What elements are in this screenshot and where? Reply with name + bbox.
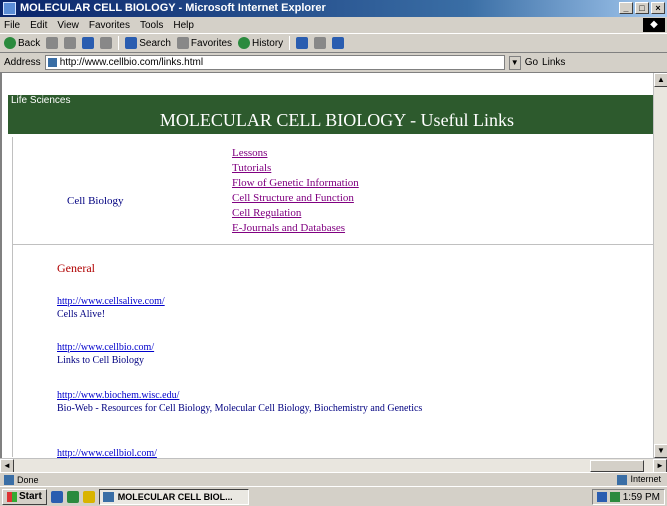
topic-link-genetic-flow[interactable]: Flow of Genetic Information <box>232 177 359 190</box>
globe-icon <box>617 474 628 485</box>
scroll-right-icon[interactable]: ► <box>653 459 667 473</box>
forward-arrow-icon <box>46 37 59 49</box>
ie-window-icon <box>102 491 114 502</box>
menu-tools[interactable]: Tools <box>140 20 163 31</box>
link-entry: http://www.cellbio.com/ Links to Cell Bi… <box>57 341 154 367</box>
refresh-icon <box>82 37 95 49</box>
entry-description: Cells Alive! <box>57 309 106 320</box>
link-entry: http://www.cellsalive.com/ Cells Alive! <box>57 295 165 321</box>
link-entry: http://www.cellbiol.com/ <box>57 447 157 458</box>
scroll-left-icon[interactable]: ◄ <box>0 459 14 473</box>
menu-bar: File Edit View Favorites Tools Help ◆ <box>0 17 667 33</box>
status-bar: Done Internet <box>0 472 667 486</box>
quicklaunch-outlook-icon[interactable] <box>82 490 95 503</box>
back-button[interactable]: Back <box>4 37 40 49</box>
back-arrow-icon <box>4 37 16 49</box>
stop-icon <box>64 37 77 49</box>
edit-button[interactable] <box>332 37 345 49</box>
mail-button[interactable] <box>296 37 309 49</box>
title-divider <box>8 133 666 134</box>
security-zone: Internet <box>617 474 661 485</box>
clock: 1:59 PM <box>622 491 660 503</box>
maximize-icon[interactable]: □ <box>635 2 649 14</box>
windows-flag-icon <box>7 491 17 502</box>
favorites-star-icon <box>176 37 189 49</box>
menu-view[interactable]: View <box>57 20 79 31</box>
window-controls: _ □ × <box>619 2 665 14</box>
refresh-button[interactable] <box>82 37 95 49</box>
address-label: Address <box>4 57 41 68</box>
nav-section-label: Cell Biology <box>67 195 124 207</box>
entry-description: Bio-Web - Resources for Cell Biology, Mo… <box>57 403 423 414</box>
standard-toolbar: Back Search Favorites History <box>0 33 667 53</box>
page-title: MOLECULAR CELL BIOLOGY - Useful Links <box>8 107 666 133</box>
entry-url[interactable]: http://www.cellsalive.com/ <box>57 295 165 308</box>
minimize-icon[interactable]: _ <box>619 2 633 14</box>
entry-url[interactable]: http://www.cellbio.com/ <box>57 341 154 354</box>
quicklaunch-desktop-icon[interactable] <box>66 490 79 503</box>
scroll-down-icon[interactable]: ▼ <box>654 444 667 458</box>
toolbar-separator <box>118 36 120 50</box>
horizontal-scrollbar[interactable]: ◄ ► <box>0 458 667 473</box>
topic-navigation: Cell Biology Lessons Tutorials Flow of G… <box>12 137 662 245</box>
volume-icon[interactable] <box>609 492 620 502</box>
favorites-button[interactable]: Favorites <box>176 37 232 49</box>
menu-favorites[interactable]: Favorites <box>89 20 130 31</box>
network-icon[interactable] <box>596 492 607 502</box>
menu-help[interactable]: Help <box>173 20 194 31</box>
entry-url[interactable]: http://www.biochem.wisc.edu/ <box>57 389 422 402</box>
section-heading: General <box>57 261 95 275</box>
page-icon <box>47 58 57 67</box>
print-button[interactable] <box>314 37 327 49</box>
page-viewport: Life Sciences MOLECULAR CELL BIOLOGY - U… <box>0 73 667 458</box>
search-icon <box>125 37 138 49</box>
address-bar: Address http://www.cellbio.com/links.htm… <box>0 53 667 73</box>
topic-link-cell-structure[interactable]: Cell Structure and Function <box>232 192 359 205</box>
topic-link-cell-regulation[interactable]: Cell Regulation <box>232 207 359 220</box>
menu-edit[interactable]: Edit <box>30 20 47 31</box>
edit-icon <box>332 37 345 49</box>
system-tray: 1:59 PM <box>591 489 665 505</box>
mail-icon <box>296 37 309 49</box>
forward-button[interactable] <box>46 37 59 49</box>
windows-logo-icon: ◆ <box>643 18 665 32</box>
address-dropdown-icon[interactable]: ▼ <box>508 55 521 70</box>
history-button[interactable]: History <box>238 37 283 49</box>
topic-link-lessons[interactable]: Lessons <box>232 147 359 160</box>
start-button[interactable]: Start <box>2 488 47 505</box>
menu-file[interactable]: File <box>4 20 20 31</box>
address-url: http://www.cellbio.com/links.html <box>59 57 204 68</box>
topic-link-tutorials[interactable]: Tutorials <box>232 162 359 175</box>
close-icon[interactable]: × <box>651 2 665 14</box>
history-icon <box>238 37 251 49</box>
toolbar-separator <box>289 36 291 50</box>
home-button[interactable] <box>100 37 113 49</box>
entry-description: Links to Cell Biology <box>57 355 144 366</box>
site-banner: Life Sciences <box>8 95 666 107</box>
search-button[interactable]: Search <box>125 37 171 49</box>
vertical-scrollbar[interactable]: ▲ ▼ <box>653 73 667 458</box>
scroll-up-icon[interactable]: ▲ <box>654 73 667 87</box>
printer-icon <box>314 37 327 49</box>
link-entry: http://www.biochem.wisc.edu/ Bio-Web - R… <box>57 389 422 415</box>
window-title-bar: MOLECULAR CELL BIOLOGY - Microsoft Inter… <box>0 0 667 17</box>
ie-app-icon <box>3 2 16 15</box>
horizontal-scroll-thumb[interactable] <box>590 460 644 472</box>
topic-link-list: Lessons Tutorials Flow of Genetic Inform… <box>232 147 359 235</box>
address-input[interactable]: http://www.cellbio.com/links.html <box>44 55 505 70</box>
quicklaunch-ie-icon[interactable] <box>50 490 63 503</box>
taskbar: Start MOLECULAR CELL BIOL... 1:59 PM <box>0 486 667 506</box>
entry-url[interactable]: http://www.cellbiol.com/ <box>57 447 157 458</box>
taskbar-window-button[interactable]: MOLECULAR CELL BIOL... <box>98 488 249 505</box>
home-icon <box>100 37 113 49</box>
topic-link-journals[interactable]: E-Journals and Databases <box>232 222 359 235</box>
window-title: MOLECULAR CELL BIOLOGY - Microsoft Inter… <box>20 2 326 14</box>
go-button[interactable]: Go <box>525 57 538 68</box>
page-status-icon <box>4 474 14 485</box>
links-button[interactable]: Links <box>542 57 565 68</box>
status-text: Done <box>17 474 39 485</box>
stop-button[interactable] <box>64 37 77 49</box>
